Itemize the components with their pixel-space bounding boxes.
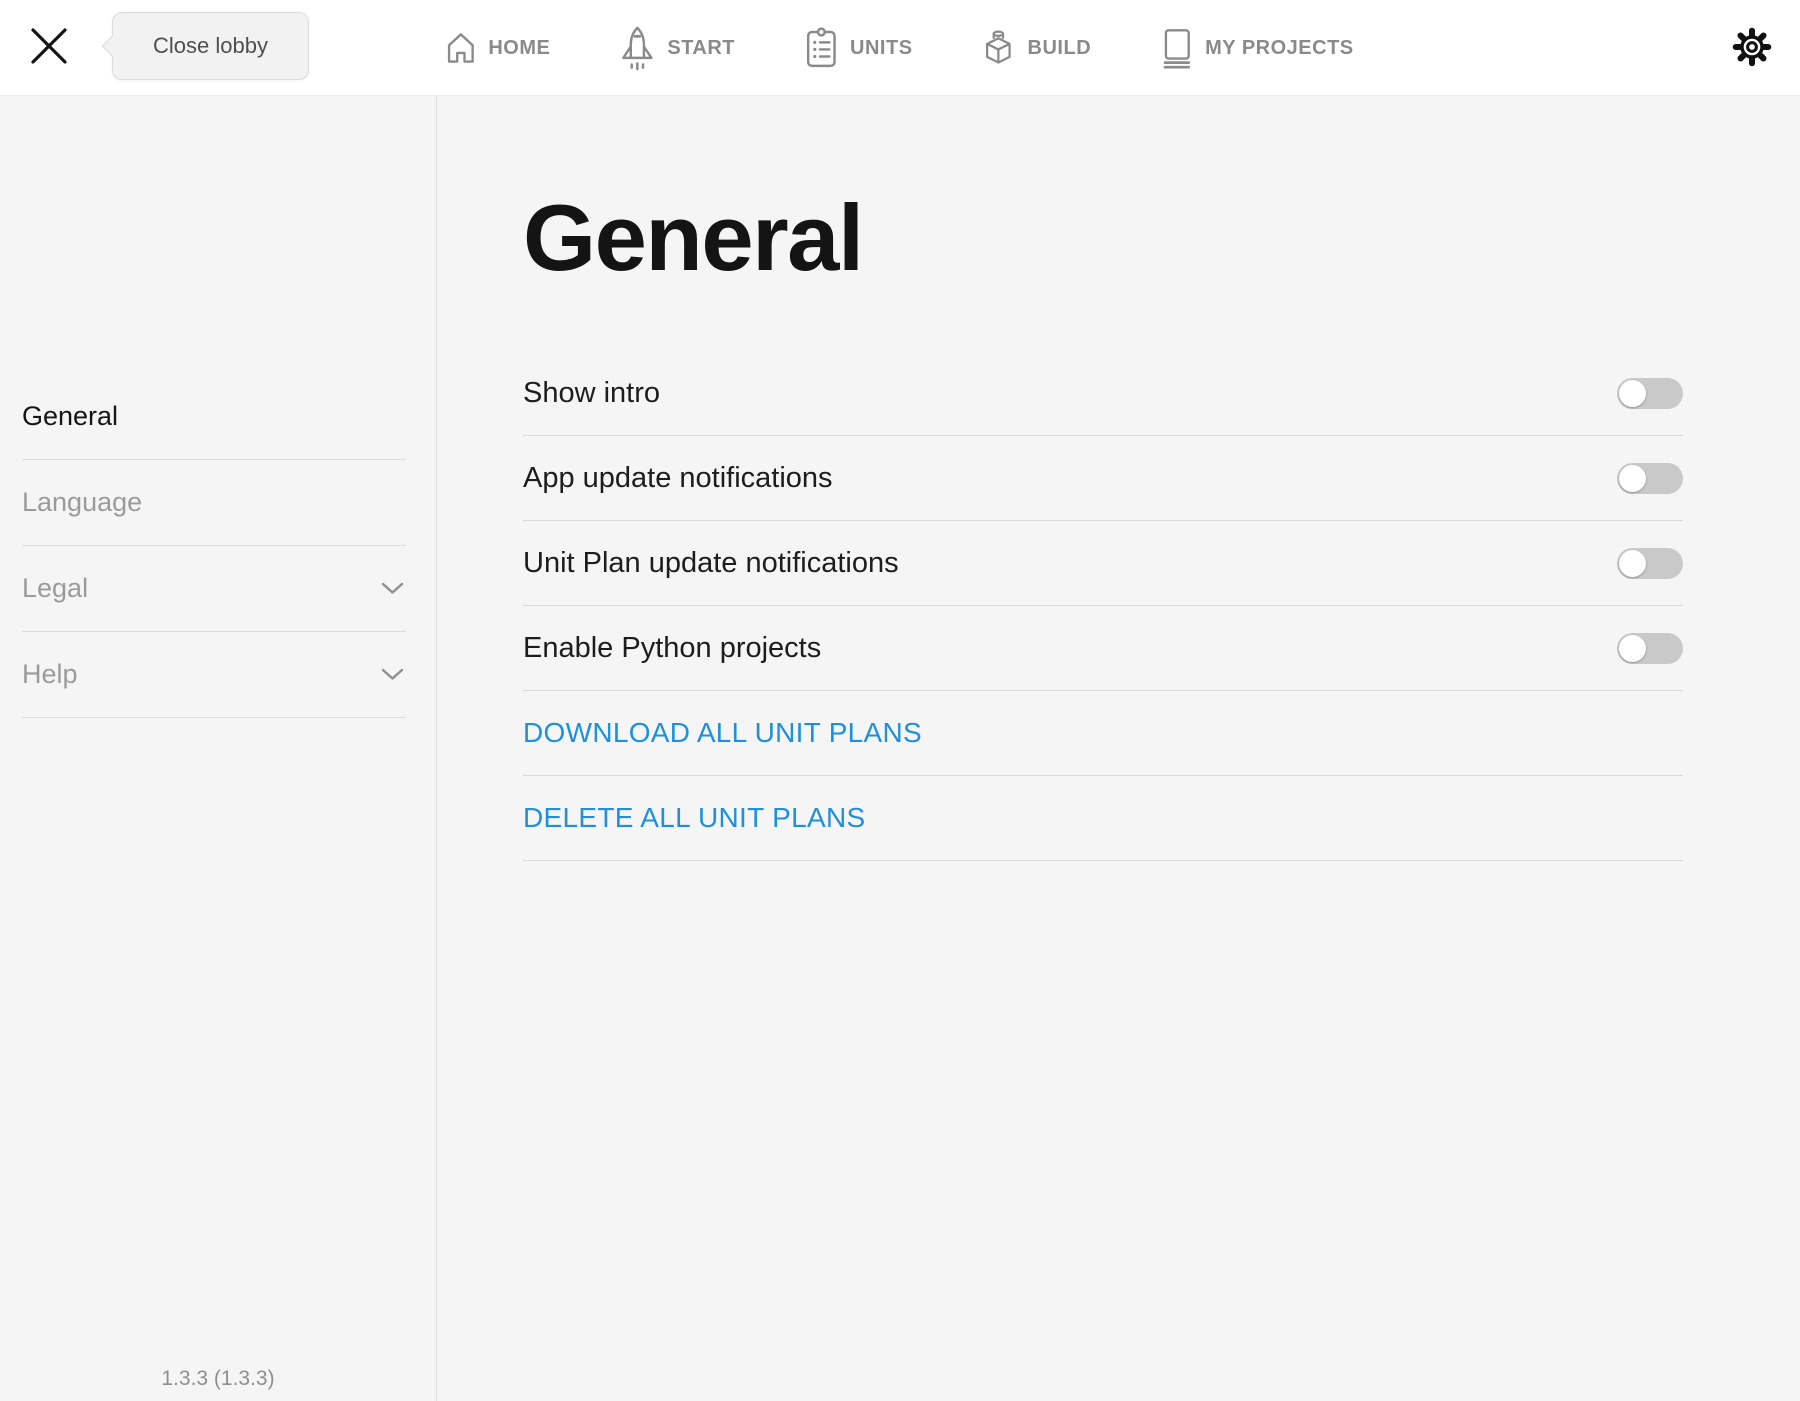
sidebar-item-label: Language [22,487,142,518]
close-lobby-tooltip: Close lobby [112,12,309,80]
setting-label: Unit Plan update notifications [523,547,899,580]
nav-item-build[interactable]: BUILD [983,27,1092,70]
main-nav: HOME START [446,0,1353,96]
close-icon [29,54,69,69]
sidebar-item-help[interactable]: Help [22,632,406,718]
setting-row-enable-python-projects: Enable Python projects [523,606,1683,691]
nav-item-label: START [667,37,735,60]
setting-label: Enable Python projects [523,632,821,665]
book-icon [1161,27,1192,70]
nav-item-label: BUILD [1028,37,1092,60]
setting-row-show-intro: Show intro [523,351,1683,436]
nav-item-units[interactable]: UNITS [805,27,913,69]
sidebar-item-label: General [22,401,118,432]
enable-python-projects-toggle[interactable] [1617,633,1683,664]
app-update-notifications-toggle[interactable] [1617,463,1683,494]
nav-item-label: HOME [488,37,550,60]
clipboard-icon [805,27,837,69]
top-bar: Close lobby HOME [0,0,1800,96]
settings-main-panel: General Show intro App update notificati… [437,96,1800,1401]
settings-sidebar: General Language Legal Help [0,96,437,1401]
settings-list: Show intro App update notifications Unit… [523,351,1683,861]
toggle-knob [1619,380,1646,407]
sidebar-item-language[interactable]: Language [22,460,406,546]
app-version: 1.3.3 (1.3.3) [0,1367,436,1391]
sidebar-item-general[interactable]: General [22,374,406,460]
rocket-icon [620,26,654,71]
setting-label: Show intro [523,377,660,410]
nav-item-start[interactable]: START [620,26,735,71]
download-all-unit-plans-link[interactable]: DOWNLOAD ALL UNIT PLANS [523,717,922,749]
delete-all-unit-plans-link[interactable]: DELETE ALL UNIT PLANS [523,802,865,834]
page-title: General [523,191,1683,285]
toggle-knob [1619,635,1646,662]
close-button[interactable] [26,24,72,70]
nav-item-label: MY PROJECTS [1205,37,1354,60]
gear-icon [1731,56,1773,71]
nav-item-label: UNITS [850,37,913,60]
sidebar-item-label: Legal [22,573,88,604]
settings-page: Close lobby HOME [0,0,1800,1401]
toggle-knob [1619,465,1646,492]
setting-row-app-update-notifications: App update notifications [523,436,1683,521]
sidebar-item-label: Help [22,659,78,690]
settings-gear-button[interactable] [1730,26,1774,70]
toggle-knob [1619,550,1646,577]
link-row-download-all-unit-plans: DOWNLOAD ALL UNIT PLANS [523,691,1683,776]
sidebar-item-legal[interactable]: Legal [22,546,406,632]
nav-item-home[interactable]: HOME [446,30,550,66]
chevron-down-icon [381,582,406,595]
close-lobby-tooltip-label: Close lobby [153,33,268,59]
setting-row-unit-plan-update-notifications: Unit Plan update notifications [523,521,1683,606]
brick-icon [983,27,1015,70]
setting-label: App update notifications [523,462,833,495]
show-intro-toggle[interactable] [1617,378,1683,409]
content-area: General Language Legal Help [0,96,1800,1401]
chevron-down-icon [381,668,406,681]
nav-item-my-projects[interactable]: MY PROJECTS [1161,27,1354,70]
link-row-delete-all-unit-plans: DELETE ALL UNIT PLANS [523,776,1683,861]
unit-plan-update-notifications-toggle[interactable] [1617,548,1683,579]
home-icon [446,30,475,66]
